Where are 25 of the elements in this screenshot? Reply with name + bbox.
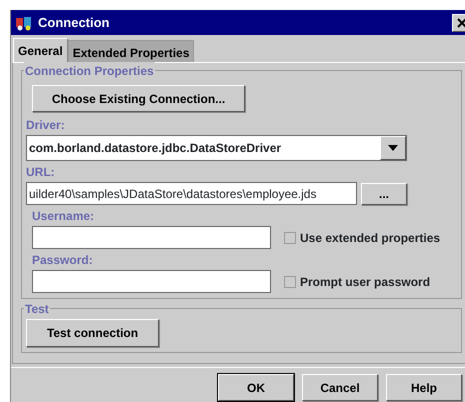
- app-icon: [15, 14, 33, 30]
- tab[interactable]: Extended Properties: [68, 40, 194, 62]
- text-field[interactable]: [32, 226, 271, 249]
- field-label: URL:: [26, 164, 56, 181]
- test-connection-button[interactable]: Test connection: [26, 319, 159, 347]
- dropdown-button[interactable]: [380, 136, 406, 160]
- dialog-button[interactable]: Help: [386, 374, 462, 401]
- window-title: Connection: [38, 14, 110, 32]
- close-icon: [457, 18, 465, 28]
- browse-button[interactable]: ...: [361, 183, 407, 205]
- field-label: Username:: [32, 208, 96, 225]
- group-legend: Connection Properties: [24, 62, 155, 80]
- choose-connection-button[interactable]: Choose Existing Connection...: [32, 85, 245, 112]
- driver-dropdown[interactable]: com.borland.datastore.jdbc.DataStoreDriver: [26, 135, 407, 161]
- caret-icon: [388, 145, 398, 151]
- text-field[interactable]: [32, 270, 271, 293]
- url-field[interactable]: uilder40\samples\JDataStore\datastores\employee.jds: [26, 182, 357, 205]
- checkbox[interactable]: Prompt user password: [284, 272, 430, 290]
- dropdown-value: com.borland.datastore.jdbc.DataStoreDriver: [28, 140, 282, 157]
- field-label: Password:: [32, 252, 94, 269]
- dialog-button[interactable]: OK: [218, 374, 294, 401]
- field-label: Driver:: [26, 117, 66, 134]
- dialog-button[interactable]: Cancel: [302, 374, 378, 401]
- checkbox[interactable]: Use extended properties: [284, 228, 440, 246]
- tab[interactable]: General: [13, 38, 68, 62]
